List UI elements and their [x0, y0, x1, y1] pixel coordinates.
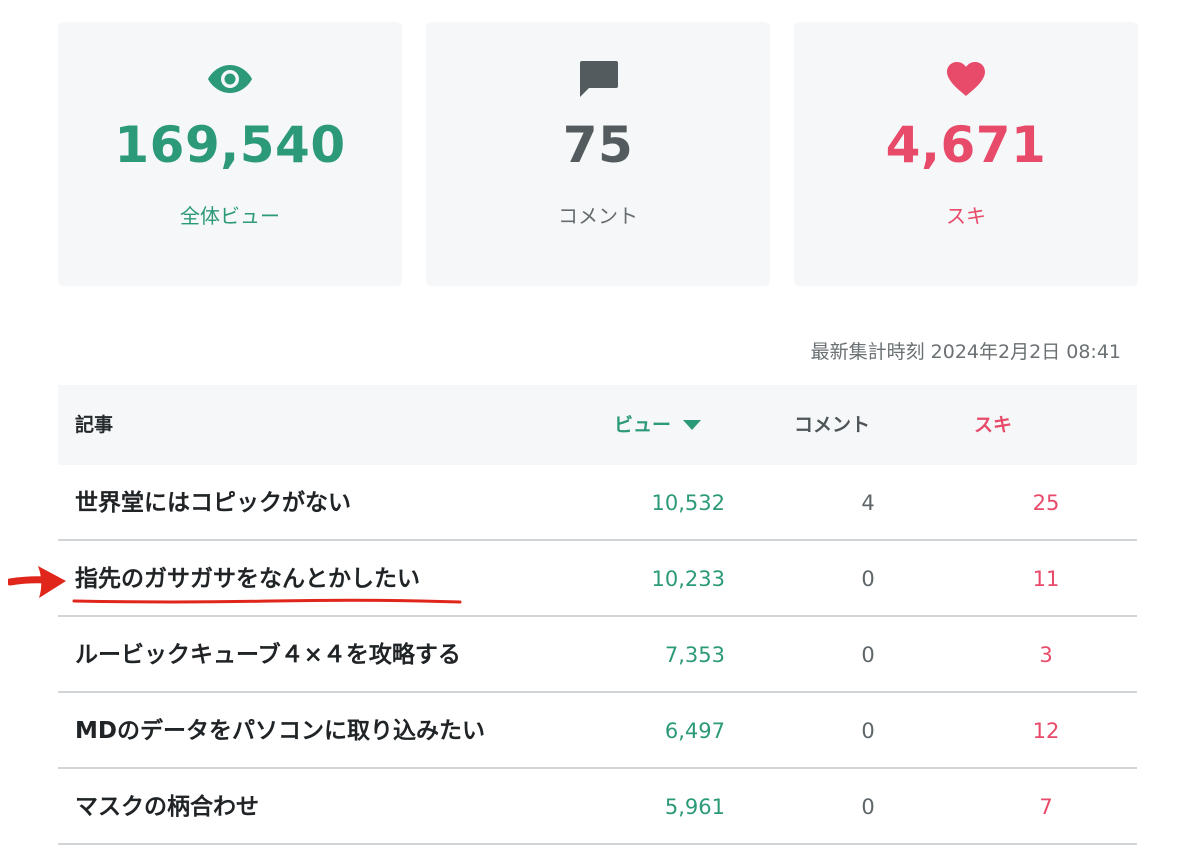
table-row: ルービックキューブ４×４を攻略する 7,353 0 3 [58, 617, 1137, 693]
total-views-value: 169,540 [114, 116, 346, 174]
table-row: MDのデータをパソコンに取り込みたい 6,497 0 12 [58, 693, 1137, 769]
comments-count: 0 [861, 719, 875, 743]
article-title-link[interactable]: 世界堂にはコピックがない [75, 488, 351, 518]
views-count: 10,532 [651, 491, 725, 515]
article-title-link[interactable]: マスクの柄合わせ [75, 792, 259, 822]
dashboard-page: 169,540 全体ビュー 75 コメント 4,671 スキ 最新集計時刻 20… [0, 0, 1200, 853]
comments-count: 0 [861, 567, 875, 591]
likes-count: 25 [1032, 491, 1060, 515]
comments-value: 75 [562, 116, 634, 174]
table-row: 世界堂にはコピックがない 10,532 4 25 [58, 465, 1137, 541]
article-title-link[interactable]: ルービックキューブ４×４を攻略する [75, 640, 461, 670]
eye-icon [207, 57, 253, 101]
views-count: 10,233 [651, 567, 725, 591]
views-count: 7,353 [664, 643, 725, 667]
comments-label: コメント [558, 204, 638, 228]
comments-count: 4 [861, 491, 875, 515]
last-updated-timestamp: 最新集計時刻 2024年2月2日 08:41 [810, 341, 1121, 363]
likes-value: 4,671 [885, 116, 1047, 174]
comments-count: 0 [861, 643, 875, 667]
article-title-link[interactable]: 指先のガサガサをなんとかしたい [75, 564, 420, 594]
likes-label: スキ [946, 204, 986, 228]
stat-cards: 169,540 全体ビュー 75 コメント 4,671 スキ [58, 22, 1138, 286]
annotation-underline [72, 598, 462, 604]
articles-table: 記事 ビュー コメント スキ 世界堂にはコピックがない 10,532 4 25 … [58, 385, 1137, 845]
comments-card: 75 コメント [426, 22, 770, 286]
comment-icon [577, 57, 619, 101]
article-title-link[interactable]: MDのデータをパソコンに取り込みたい [75, 716, 485, 746]
total-views-label: 全体ビュー [180, 204, 280, 228]
likes-count: 7 [1039, 795, 1053, 819]
table-header: 記事 ビュー コメント スキ [58, 385, 1137, 465]
likes-count: 11 [1032, 567, 1060, 591]
comments-count: 0 [861, 795, 875, 819]
sort-down-icon [683, 420, 702, 430]
header-likes-sort[interactable]: スキ [974, 412, 1012, 438]
header-views-sort[interactable]: ビュー [614, 412, 702, 438]
total-views-card: 169,540 全体ビュー [58, 22, 402, 286]
views-count: 6,497 [664, 719, 725, 743]
likes-card: 4,671 スキ [794, 22, 1138, 286]
heart-icon [945, 57, 987, 101]
header-views-label: ビュー [614, 414, 672, 436]
header-comments-sort[interactable]: コメント [794, 412, 870, 438]
annotation-arrow-icon [8, 566, 66, 598]
views-count: 5,961 [664, 795, 725, 819]
header-article: 記事 [75, 414, 114, 436]
table-row: マスクの柄合わせ 5,961 0 7 [58, 769, 1137, 845]
likes-count: 12 [1032, 719, 1060, 743]
likes-count: 3 [1039, 643, 1053, 667]
